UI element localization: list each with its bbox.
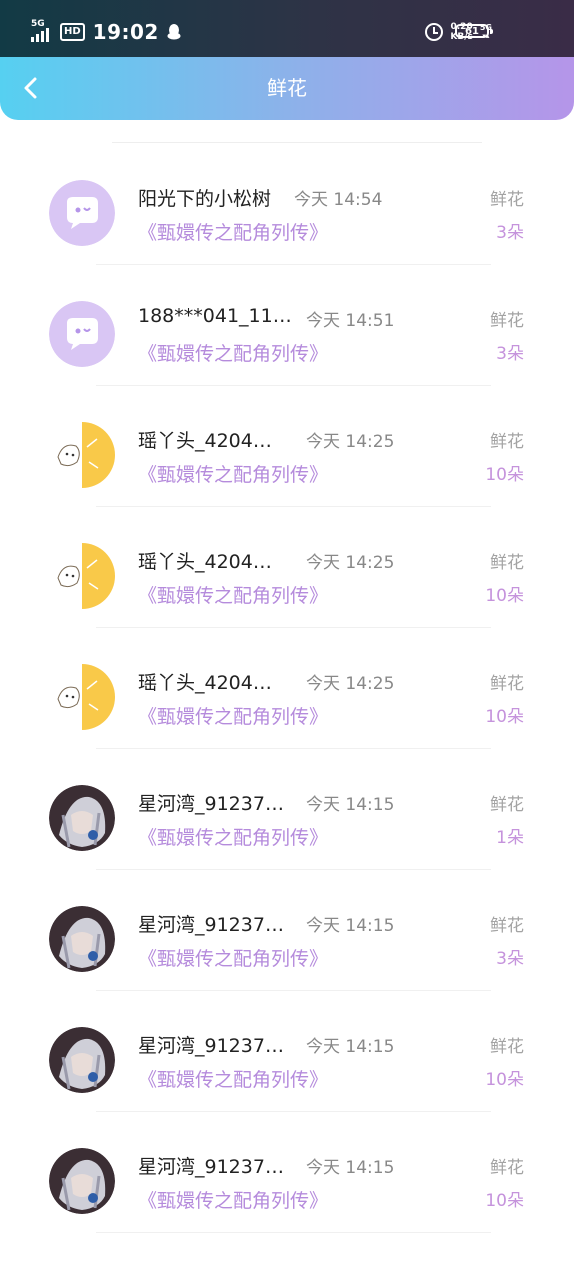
gift-type: 鲜花 <box>490 795 524 815</box>
anime-avatar-image <box>49 906 115 972</box>
gift-type: 鲜花 <box>490 674 524 694</box>
user-name: 星河湾_91237… <box>138 793 284 815</box>
anime-character-avatar[interactable] <box>49 1027 115 1093</box>
user-name: 星河湾_91237… <box>138 914 284 936</box>
gift-time: 今天 14:15 <box>306 916 395 936</box>
bubble-icon[interactable] <box>49 180 115 246</box>
yellow-cat-icon <box>49 664 115 730</box>
list-item[interactable]: 瑶丫头_4204… 今天 14:25 《甄嬛传之配角列传》 鲜花 10朵 <box>0 507 574 628</box>
signal-icon: 5G <box>30 20 52 44</box>
gift-type: 鲜花 <box>490 432 524 452</box>
anime-character-avatar[interactable] <box>49 1148 115 1214</box>
hd-badge: HD <box>60 23 85 41</box>
gift-type: 鲜花 <box>490 190 524 210</box>
gift-time: 今天 14:54 <box>294 190 383 210</box>
anime-character-avatar[interactable] <box>49 906 115 972</box>
list-item[interactable]: 瑶丫头_4204… 今天 14:25 《甄嬛传之配角列传》 鲜花 10朵 <box>0 386 574 507</box>
yellow-cat-avatar[interactable] <box>49 422 115 488</box>
list-top-divider <box>112 142 482 143</box>
bubble-icon[interactable] <box>49 301 115 367</box>
gift-count: 10朵 <box>485 586 524 606</box>
gift-count: 10朵 <box>485 1191 524 1211</box>
yellow-cat-icon <box>49 543 115 609</box>
gift-time: 今天 14:25 <box>306 432 395 452</box>
page-title: 鲜花 <box>267 76 307 100</box>
gift-count: 1朵 <box>496 828 524 848</box>
yellow-cat-avatar[interactable] <box>49 664 115 730</box>
list-item[interactable]: 星河湾_91237… 今天 14:15 《甄嬛传之配角列传》 鲜花 3朵 <box>0 870 574 991</box>
user-name: 瑶丫头_4204… <box>138 551 272 573</box>
user-name: 星河湾_91237… <box>138 1156 284 1178</box>
list-item[interactable]: 阳光下的小松树 今天 14:54 《甄嬛传之配角列传》 鲜花 3朵 <box>0 144 574 265</box>
book-title[interactable]: 《甄嬛传之配角列传》 <box>138 1186 328 1213</box>
network-type: 5G <box>31 19 45 29</box>
book-title[interactable]: 《甄嬛传之配角列传》 <box>138 218 328 245</box>
anime-character-avatar[interactable] <box>49 785 115 851</box>
gift-type: 鲜花 <box>490 916 524 936</box>
gift-count: 3朵 <box>496 223 524 243</box>
app-header: 鲜花 <box>0 57 574 120</box>
yellow-cat-avatar[interactable] <box>49 543 115 609</box>
status-left: 5G HD 19:02 <box>30 18 181 46</box>
gift-time: 今天 14:15 <box>306 795 395 815</box>
gift-time: 今天 14:15 <box>306 1158 395 1178</box>
gift-time: 今天 14:15 <box>306 1037 395 1057</box>
list-item[interactable]: 星河湾_91237… 今天 14:15 《甄嬛传之配角列传》 鲜花 1朵 <box>0 749 574 870</box>
gift-time: 今天 14:25 <box>306 553 395 573</box>
gift-count: 3朵 <box>496 949 524 969</box>
yellow-cat-icon <box>49 422 115 488</box>
chat-bubble-icon <box>49 301 115 367</box>
gift-count: 10朵 <box>485 1070 524 1090</box>
battery-icon: 61 <box>455 24 489 38</box>
book-title[interactable]: 《甄嬛传之配角列传》 <box>138 581 328 608</box>
user-name: 阳光下的小松树 <box>138 188 272 210</box>
user-name: 瑶丫头_4204… <box>138 430 272 452</box>
list-item[interactable]: 星河湾_91237… 今天 14:15 《甄嬛传之配角列传》 鲜花 10朵 <box>0 1112 574 1233</box>
list-item[interactable]: 188***041_11… 今天 14:51 《甄嬛传之配角列传》 鲜花 3朵 <box>0 265 574 386</box>
battery-level: 61 <box>465 25 479 37</box>
user-name: 188***041_11… <box>138 305 292 327</box>
gift-time: 今天 14:25 <box>306 674 395 694</box>
gift-count: 10朵 <box>485 465 524 485</box>
list-item[interactable]: 瑶丫头_4204… 今天 14:25 《甄嬛传之配角列传》 鲜花 10朵 <box>0 628 574 749</box>
list-item[interactable]: 星河湾_91237… 今天 14:15 《甄嬛传之配角列传》 鲜花 10朵 <box>0 991 574 1112</box>
alarm-icon <box>425 23 444 41</box>
anime-avatar-image <box>49 1027 115 1093</box>
gift-count: 3朵 <box>496 344 524 364</box>
qq-penguin-icon <box>167 24 181 40</box>
book-title[interactable]: 《甄嬛传之配角列传》 <box>138 702 328 729</box>
user-name: 瑶丫头_4204… <box>138 672 272 694</box>
book-title[interactable]: 《甄嬛传之配角列传》 <box>138 944 328 971</box>
chat-bubble-icon <box>49 180 115 246</box>
status-time: 19:02 <box>92 20 159 44</box>
book-title[interactable]: 《甄嬛传之配角列传》 <box>138 823 328 850</box>
book-title[interactable]: 《甄嬛传之配角列传》 <box>138 339 328 366</box>
gift-type: 鲜花 <box>490 1158 524 1178</box>
gift-type: 鲜花 <box>490 311 524 331</box>
gift-type: 鲜花 <box>490 553 524 573</box>
book-title[interactable]: 《甄嬛传之配角列传》 <box>138 460 328 487</box>
gift-count: 10朵 <box>485 707 524 727</box>
battery-cap <box>490 29 493 34</box>
gift-type: 鲜花 <box>490 1037 524 1057</box>
anime-avatar-image <box>49 785 115 851</box>
anime-avatar-image <box>49 1148 115 1214</box>
user-name: 星河湾_91237… <box>138 1035 284 1057</box>
gift-time: 今天 14:51 <box>306 311 395 331</box>
status-bar: 5G HD 19:02 0.20 KB/s 5G ▾▴ 61 <box>0 0 574 62</box>
book-title[interactable]: 《甄嬛传之配角列传》 <box>138 1065 328 1092</box>
row-divider <box>96 1232 491 1233</box>
